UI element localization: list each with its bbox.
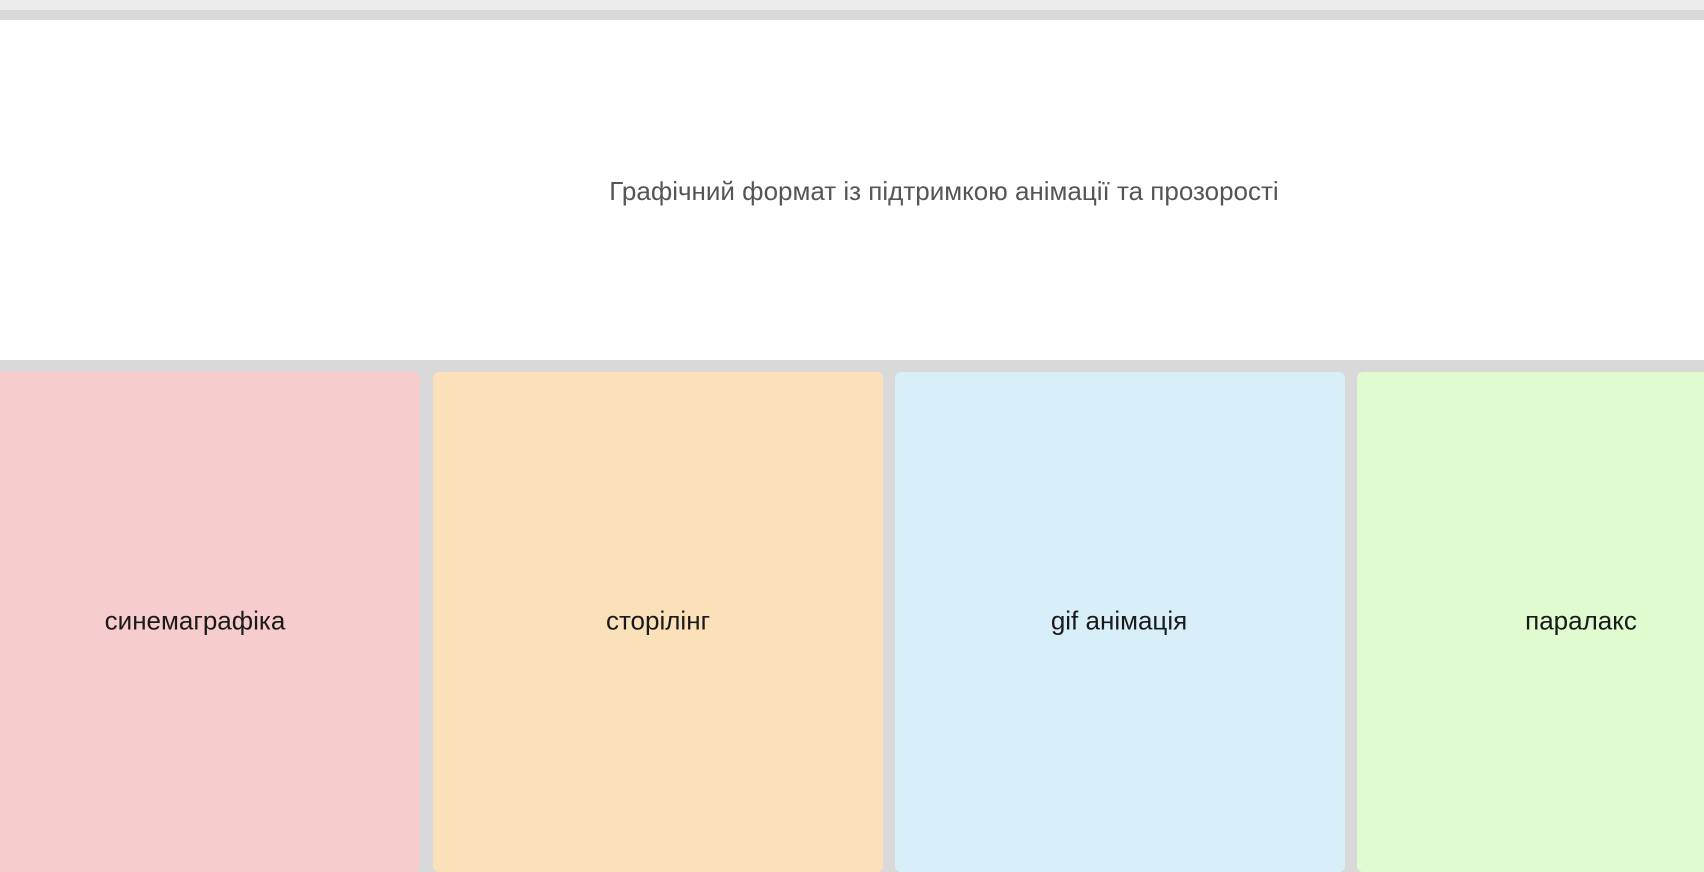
answer-option-4-label: паралакс bbox=[1525, 605, 1637, 636]
answer-option-3-label: gif анімація bbox=[1050, 605, 1188, 636]
top-strip bbox=[0, 0, 1704, 10]
question-text: Графічний формат із підтримкою анімації … bbox=[609, 175, 1279, 206]
answer-option-1-label: синемаграфіка bbox=[104, 605, 286, 636]
answer-option-2-label: сторілінг bbox=[605, 605, 711, 636]
question-panel: Графічний формат із підтримкою анімації … bbox=[0, 20, 1704, 360]
